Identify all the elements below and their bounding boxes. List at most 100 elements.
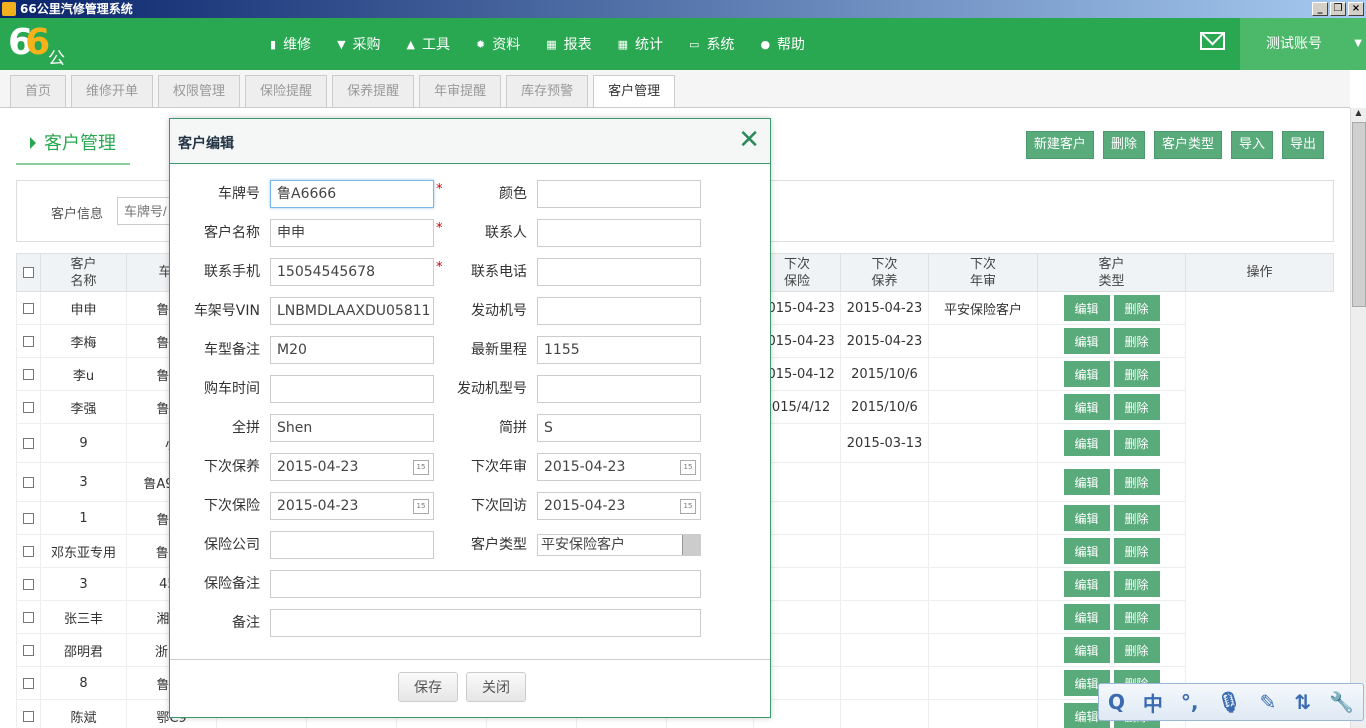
- edit-button[interactable]: 编辑: [1063, 328, 1110, 354]
- edit-button[interactable]: 编辑: [1063, 505, 1110, 531]
- restore-button[interactable]: ❐: [1330, 2, 1346, 16]
- tab-1[interactable]: 维修开单: [71, 75, 154, 107]
- sort-icon[interactable]: ⇅: [1294, 690, 1311, 714]
- delete-button[interactable]: 删除: [1113, 295, 1160, 321]
- cell-value: 2015-03-13: [840, 423, 929, 463]
- account-menu[interactable]: 测试账号 ▼: [1240, 18, 1366, 70]
- text-input[interactable]: S: [537, 414, 701, 442]
- date-input[interactable]: 2015-04-23 15: [537, 492, 701, 520]
- date-input[interactable]: 2015-04-23 15: [537, 453, 701, 481]
- action-button-0[interactable]: 新建客户: [1025, 131, 1094, 159]
- nav-item-6[interactable]: ▭ 系统: [689, 34, 734, 54]
- delete-button[interactable]: 删除: [1113, 571, 1160, 597]
- delete-button[interactable]: 删除: [1113, 361, 1160, 387]
- close-icon[interactable]: ✕: [738, 127, 760, 153]
- delete-button[interactable]: 删除: [1113, 328, 1160, 354]
- save-button[interactable]: 保存: [398, 672, 458, 702]
- dropdown-button[interactable]: [682, 535, 700, 555]
- delete-button[interactable]: 删除: [1113, 637, 1160, 663]
- edit-button[interactable]: 编辑: [1063, 295, 1110, 321]
- row-checkbox[interactable]: [23, 512, 34, 524]
- delete-button[interactable]: 删除: [1113, 505, 1160, 531]
- text-input[interactable]: [270, 570, 701, 598]
- delete-button[interactable]: 删除: [1113, 538, 1160, 564]
- row-checkbox[interactable]: [23, 476, 34, 488]
- edit-button[interactable]: 编辑: [1063, 604, 1110, 630]
- row-checkbox[interactable]: [23, 578, 34, 590]
- minimize-button[interactable]: _: [1312, 2, 1328, 16]
- nav-item-0[interactable]: ▮ 维修: [270, 34, 311, 54]
- column-header-label: 客户 类型: [1098, 256, 1125, 289]
- delete-button[interactable]: 删除: [1113, 394, 1160, 420]
- handwriting-icon[interactable]: ✎: [1260, 690, 1277, 714]
- row-checkbox[interactable]: [23, 401, 34, 413]
- row-checkbox[interactable]: [23, 545, 34, 557]
- delete-button[interactable]: 删除: [1113, 604, 1160, 630]
- edit-button[interactable]: 编辑: [1063, 571, 1110, 597]
- action-button-2[interactable]: 客户类型: [1153, 131, 1222, 159]
- customer-type-select[interactable]: 平安保险客户: [537, 534, 701, 556]
- nav-item-2[interactable]: ▲ 工具: [407, 34, 450, 54]
- edit-button[interactable]: 编辑: [1063, 469, 1110, 495]
- row-checkbox[interactable]: [23, 368, 34, 380]
- row-checkbox[interactable]: [23, 644, 34, 656]
- nav-label: 维修: [283, 37, 312, 53]
- close-button[interactable]: 关闭: [466, 672, 526, 702]
- microphone-icon[interactable]: 🎙: [1216, 690, 1241, 714]
- text-input[interactable]: [537, 375, 701, 403]
- edit-button[interactable]: 编辑: [1063, 394, 1110, 420]
- edit-button[interactable]: 编辑: [1063, 637, 1110, 663]
- tab-3[interactable]: 保险提醒: [245, 75, 328, 107]
- row-checkbox-cell: [16, 567, 41, 601]
- text-input[interactable]: 1155: [537, 336, 701, 364]
- tab-4[interactable]: 保养提醒: [332, 75, 415, 107]
- ime-logo-icon[interactable]: Q: [1108, 690, 1125, 714]
- scroll-up-icon[interactable]: ▲: [1351, 108, 1366, 122]
- punctuation-icon[interactable]: °,: [1181, 690, 1199, 714]
- mail-icon[interactable]: [1200, 32, 1225, 50]
- tab-5[interactable]: 年审提醒: [419, 75, 502, 107]
- row-checkbox[interactable]: [23, 710, 34, 722]
- cell-name: 李u: [40, 357, 127, 391]
- text-input[interactable]: [270, 609, 701, 637]
- action-button-1[interactable]: 删除: [1102, 131, 1145, 159]
- edit-button[interactable]: 编辑: [1063, 430, 1110, 456]
- nav-item-5[interactable]: ▦ 统计: [618, 34, 663, 54]
- edit-button[interactable]: 编辑: [1063, 538, 1110, 564]
- row-checkbox[interactable]: [23, 302, 34, 314]
- nav-item-7[interactable]: ● 帮助: [760, 34, 805, 54]
- column-header: 下次 年审: [928, 253, 1038, 292]
- nav-item-4[interactable]: ▦ 报表: [546, 34, 591, 54]
- vertical-scrollbar[interactable]: ▲: [1350, 108, 1366, 728]
- row-checkbox[interactable]: [23, 677, 34, 689]
- nav-item-1[interactable]: ▼ 采购: [337, 34, 380, 54]
- row-checkbox[interactable]: [23, 611, 34, 623]
- tab-7[interactable]: 客户管理: [593, 75, 676, 107]
- text-input[interactable]: [537, 258, 701, 286]
- close-window-button[interactable]: ×: [1348, 2, 1364, 16]
- tab-2[interactable]: 权限管理: [158, 75, 241, 107]
- text-input[interactable]: [537, 219, 701, 247]
- delete-button[interactable]: 删除: [1113, 469, 1160, 495]
- field-label: 保险备注: [204, 576, 260, 592]
- tab-6[interactable]: 库存预警: [506, 75, 589, 107]
- row-checkbox[interactable]: [23, 437, 34, 449]
- select-all-checkbox[interactable]: [23, 267, 34, 278]
- calendar-icon[interactable]: 15: [680, 460, 696, 475]
- tab-0[interactable]: 首页: [10, 75, 67, 107]
- calendar-icon[interactable]: 15: [680, 499, 696, 514]
- wrench-icon[interactable]: 🔧: [1329, 690, 1354, 714]
- action-button-3[interactable]: 导入: [1230, 131, 1273, 159]
- text-input[interactable]: [537, 297, 701, 325]
- scrollbar-thumb[interactable]: [1352, 122, 1366, 307]
- chinese-mode-icon[interactable]: 中: [1143, 688, 1163, 717]
- text-input[interactable]: [537, 180, 701, 208]
- nav-item-3[interactable]: ✹ 资料: [476, 34, 520, 54]
- action-button-4[interactable]: 导出: [1281, 131, 1324, 159]
- row-checkbox[interactable]: [23, 335, 34, 347]
- logo[interactable]: 66 公里: [8, 22, 65, 94]
- field-label: 客户类型: [471, 537, 527, 553]
- delete-button[interactable]: 删除: [1113, 430, 1160, 456]
- form-row: 最新里程 1155: [170, 336, 770, 364]
- edit-button[interactable]: 编辑: [1063, 361, 1110, 387]
